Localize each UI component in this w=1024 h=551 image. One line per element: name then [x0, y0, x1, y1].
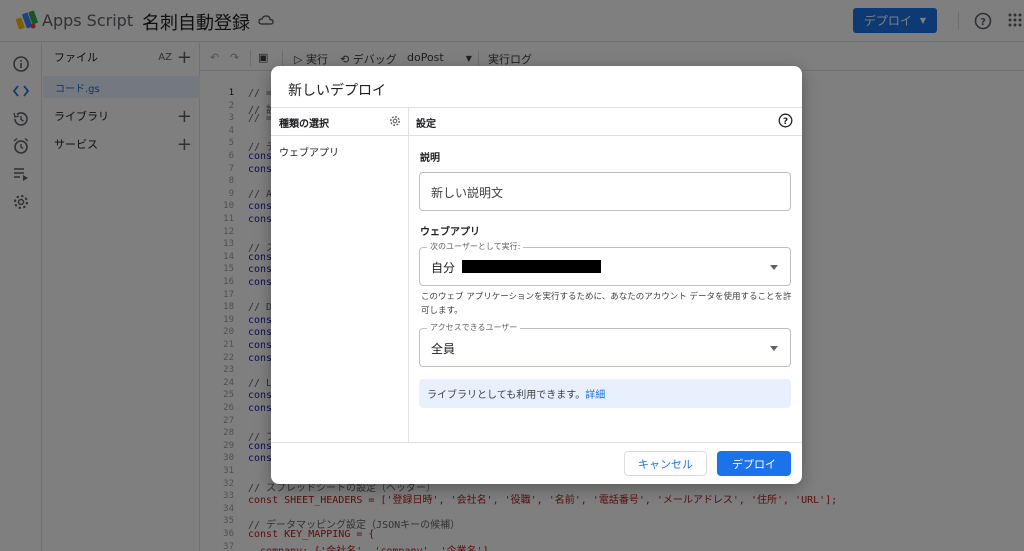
type-select-label: 種類の選択 — [279, 119, 329, 130]
execute-as-select[interactable]: 次のユーザーとして実行: 自分 — [419, 241, 791, 286]
divider — [271, 135, 802, 136]
execute-as-legend: 次のユーザーとして実行: — [427, 241, 524, 252]
webapp-section-label: ウェブアプリ — [420, 227, 480, 238]
divider — [271, 107, 802, 108]
settings-label: 設定 — [416, 119, 436, 130]
learn-more-link[interactable]: 詳細 — [585, 386, 605, 401]
execute-as-value: 自分 — [431, 261, 456, 275]
svg-text:?: ? — [783, 117, 788, 127]
deploy-button[interactable]: デプロイ — [717, 451, 791, 476]
cancel-button[interactable]: キャンセル — [624, 451, 707, 476]
info-text: ライブラリとしても利用できます。 — [427, 390, 586, 401]
type-settings-gear-icon[interactable] — [389, 115, 401, 127]
description-label: 説明 — [420, 153, 440, 164]
type-item-webapp[interactable]: ウェブアプリ — [279, 144, 339, 159]
description-placeholder: 新しい説明文 — [431, 186, 504, 200]
new-deployment-dialog: 新しいデプロイ 種類の選択 設定 ? ウェブアプリ 説明 新しい説明文 ウェブア… — [271, 66, 802, 484]
execute-as-helper-text: このウェブ アプリケーションを実行するために、あなたのアカウント データを使用す… — [421, 292, 792, 316]
access-legend: アクセスできるユーザー — [427, 322, 521, 333]
description-field[interactable]: 新しい説明文 — [419, 172, 791, 211]
divider — [408, 107, 409, 442]
dialog-title: 新しいデプロイ — [288, 83, 386, 99]
divider — [271, 442, 802, 443]
caret-down-icon — [770, 346, 778, 351]
caret-down-icon — [770, 265, 778, 270]
access-select[interactable]: アクセスできるユーザー 全員 — [419, 322, 791, 367]
library-info-box: ライブラリとしても利用できます。 詳細 — [419, 379, 791, 408]
access-value: 全員 — [431, 342, 456, 356]
redacted-email — [462, 260, 601, 273]
help-icon[interactable]: ? — [778, 113, 793, 128]
